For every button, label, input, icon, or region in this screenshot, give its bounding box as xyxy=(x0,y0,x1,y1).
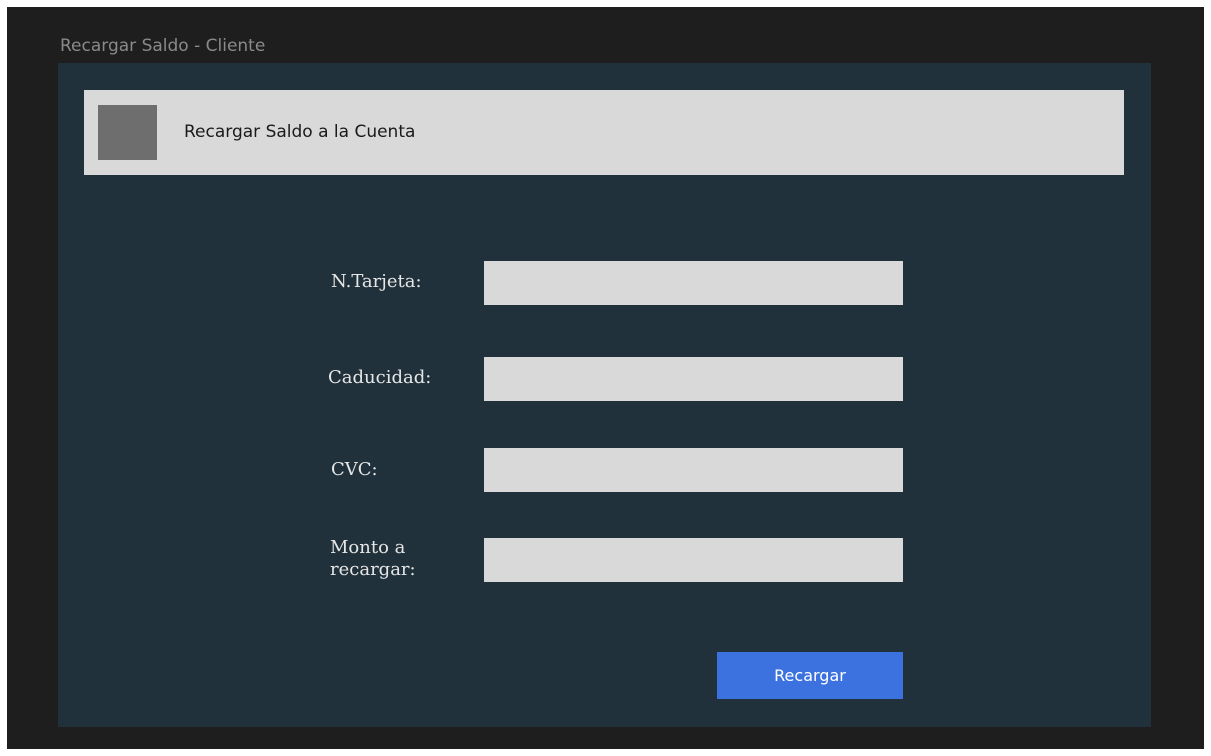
logo-placeholder-icon xyxy=(98,105,157,160)
amount-input[interactable] xyxy=(484,538,903,582)
amount-label-line-2: recargar: xyxy=(330,559,416,580)
recharge-window: Recargar Saldo a la Cuenta N.Tarjeta: Ca… xyxy=(58,63,1151,727)
card-number-input[interactable] xyxy=(484,261,903,305)
card-number-label: N.Tarjeta: xyxy=(331,271,422,292)
header-bar: Recargar Saldo a la Cuenta xyxy=(84,90,1124,175)
amount-label: Monto a recargar: xyxy=(330,537,416,581)
cvc-input[interactable] xyxy=(484,448,903,492)
expiry-input[interactable] xyxy=(484,357,903,401)
expiry-label: Caducidad: xyxy=(328,367,432,388)
amount-label-line-1: Monto a xyxy=(330,537,406,558)
window-title: Recargar Saldo - Cliente xyxy=(60,36,266,56)
recargar-button[interactable]: Recargar xyxy=(717,652,903,699)
page-title: Recargar Saldo a la Cuenta xyxy=(184,122,416,142)
design-canvas: Recargar Saldo - Cliente Recargar Saldo … xyxy=(7,7,1204,749)
cvc-label: CVC: xyxy=(331,459,378,480)
